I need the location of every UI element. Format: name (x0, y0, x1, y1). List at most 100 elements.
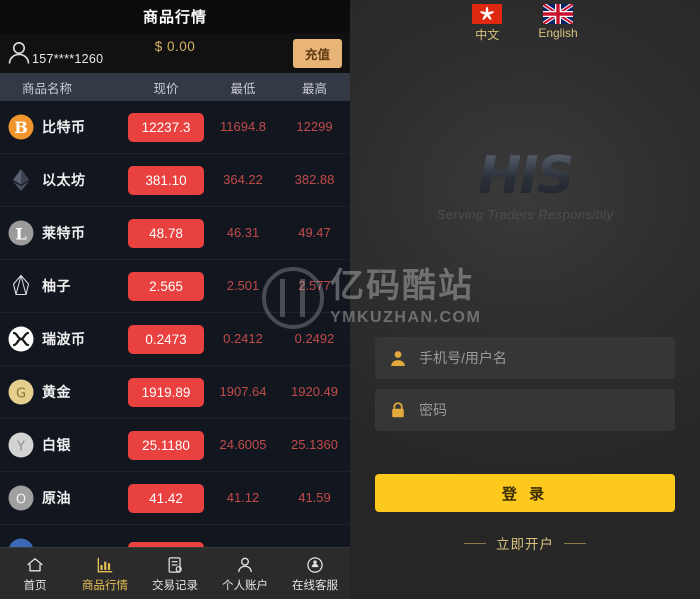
brand-logo: HIS Serving Traders Responsibly (350, 150, 700, 222)
register-link[interactable]: 立即开户 (496, 533, 554, 553)
row-name: 柚子 (42, 278, 71, 294)
row-low: 46.31 (226, 225, 260, 240)
app-root: 商品行情 157****1260 $ 0.00 充值 商品名称 现价 最低 最高 (0, 0, 700, 599)
silver-icon: Y (8, 432, 34, 458)
market-panel: 商品行情 157****1260 $ 0.00 充值 商品名称 现价 最低 最高 (0, 0, 350, 599)
svg-text:B: B (14, 118, 28, 137)
unionjack-flag-icon (541, 2, 575, 26)
index-icon (8, 538, 34, 547)
bottom-navigation: 首页 商品行情 交易记录 个人账户 在线客服 (0, 547, 350, 599)
row-high: 12299 (296, 119, 333, 134)
nav-item-account[interactable]: 个人账户 (210, 555, 280, 593)
column-header-name: 商品名称 (22, 81, 73, 96)
row-name: 莱特币 (42, 225, 86, 241)
bitcoin-icon: B (8, 114, 34, 140)
login-panel: 中文 English HIS Serving Traders Responsib… (350, 0, 700, 599)
logo-tagline: Serving Traders Responsibly (436, 207, 614, 222)
nav-label: 在线客服 (292, 579, 338, 592)
svg-text:Y: Y (16, 440, 25, 455)
logo-wordmark: HIS (477, 146, 574, 206)
nav-item-market[interactable]: 商品行情 (70, 555, 140, 593)
row-price: 25.1180 (128, 430, 204, 460)
table-row[interactable]: 瑞波币 0.2473 0.2412 0.2492 (0, 313, 350, 366)
divider-dash-left (464, 542, 486, 544)
table-row[interactable]: 柚子 2.565 2.501 2.577 (0, 260, 350, 313)
page-title: 商品行情 (0, 0, 350, 33)
row-low: 24.6005 (219, 437, 267, 452)
table-row[interactable]: O 原油 41.42 41.12 41.59 (0, 472, 350, 525)
row-high: 49.47 (298, 225, 331, 240)
row-low: 0.2412 (223, 331, 263, 346)
document-icon (165, 555, 185, 575)
user-avatar-icon (4, 38, 34, 68)
table-row[interactable] (0, 525, 350, 547)
language-switcher: 中文 English (350, 2, 700, 43)
svg-text:L: L (15, 225, 26, 244)
person-icon (389, 349, 407, 367)
row-name: 白银 (42, 437, 71, 453)
row-name: 黄金 (42, 384, 71, 400)
ripple-icon (8, 326, 34, 352)
page-title-text: 商品行情 (142, 9, 207, 26)
lang-option-chinese[interactable]: 中文 (472, 4, 503, 43)
row-price: 41.42 (128, 483, 204, 513)
litecoin-icon: L (8, 220, 34, 246)
person-icon (235, 555, 255, 575)
row-low: 2.501 (226, 278, 260, 293)
eos-icon (8, 273, 34, 299)
row-name: 以太坊 (42, 172, 86, 188)
row-high: 0.2492 (294, 331, 335, 346)
password-field[interactable]: 密码 (375, 389, 675, 431)
nav-label: 个人账户 (222, 579, 268, 592)
account-phone: 157****1260 (32, 51, 104, 66)
nav-label: 商品行情 (82, 579, 128, 592)
chart-icon (95, 555, 115, 575)
table-row[interactable]: 以太坊 381.10 364.22 382.88 (0, 154, 350, 207)
login-button[interactable]: 登 录 (375, 474, 675, 512)
nav-item-support[interactable]: 在线客服 (280, 555, 350, 593)
row-name: 比特币 (42, 119, 86, 135)
headset-icon (305, 555, 325, 575)
row-price (128, 541, 204, 547)
row-price: 1919.89 (128, 377, 204, 407)
lock-icon (389, 401, 407, 419)
row-price: 12237.3 (128, 112, 204, 142)
column-header-price: 现价 (153, 81, 179, 96)
lang-option-english[interactable]: English (538, 2, 578, 43)
svg-text:O: O (16, 493, 26, 508)
row-high: 25.1360 (291, 437, 338, 452)
table-row[interactable]: G 黄金 1919.89 1907.64 1920.49 (0, 366, 350, 419)
nav-label: 交易记录 (152, 579, 198, 592)
row-high: 1920.49 (291, 384, 338, 399)
account-bar: 157****1260 $ 0.00 充值 (0, 33, 350, 73)
table-row[interactable]: L 莱特币 48.78 46.31 49.47 (0, 207, 350, 260)
username-placeholder: 手机号/用户名 (419, 350, 507, 366)
row-name: 瑞波币 (42, 331, 86, 347)
divider-dash-right (564, 542, 586, 544)
svg-text:G: G (16, 387, 26, 402)
recharge-button[interactable]: 充值 (292, 38, 342, 68)
table-row[interactable]: B 比特币 12237.3 11694.8 12299 (0, 101, 350, 154)
row-low: 364.22 (223, 172, 263, 187)
oil-icon: O (8, 485, 34, 511)
table-row[interactable]: Y 白银 25.1180 24.6005 25.1360 (0, 419, 350, 472)
column-header-low: 最低 (230, 81, 256, 96)
nav-label: 首页 (23, 579, 47, 592)
row-high: 382.88 (294, 172, 335, 187)
nav-item-home[interactable]: 首页 (0, 555, 70, 593)
ethereum-icon (8, 167, 34, 193)
market-list[interactable]: B 比特币 12237.3 11694.8 12299 以太坊 381.10 3… (0, 101, 350, 547)
hongkong-flag-icon (472, 4, 503, 24)
row-price: 381.10 (128, 165, 204, 195)
lang-label: 中文 (475, 28, 500, 42)
username-field[interactable]: 手机号/用户名 (375, 337, 675, 379)
gold-icon: G (8, 379, 34, 405)
register-row: 立即开户 (350, 533, 700, 553)
lang-label: English (538, 26, 578, 40)
table-header: 商品名称 现价 最低 最高 (0, 73, 350, 101)
row-low: 11694.8 (219, 119, 267, 134)
nav-item-records[interactable]: 交易记录 (140, 555, 210, 593)
home-icon (25, 555, 45, 575)
column-header-high: 最高 (301, 81, 327, 96)
row-price: 0.2473 (128, 324, 204, 354)
